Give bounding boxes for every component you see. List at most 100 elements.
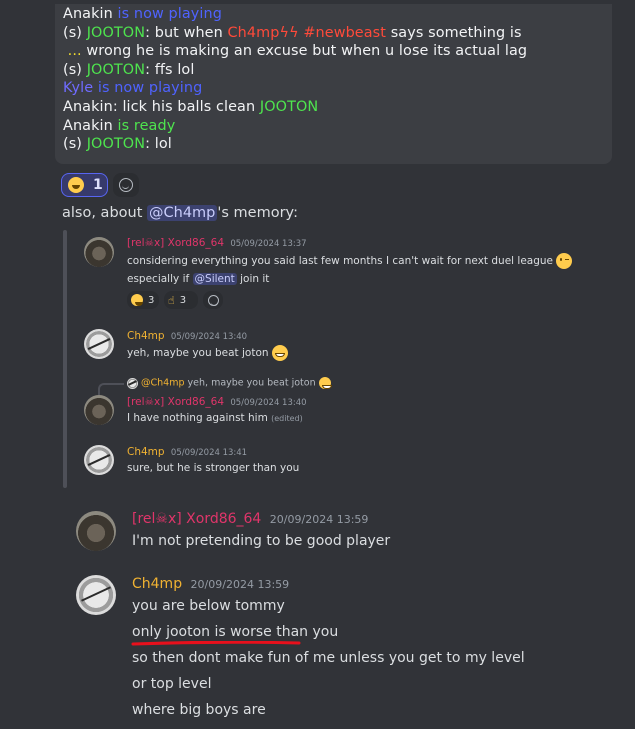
username[interactable]: Ch4mp — [127, 446, 165, 458]
reaction-count: 3 — [179, 294, 187, 306]
avatar[interactable] — [84, 395, 114, 425]
reaction-laugh[interactable]: 3 — [127, 291, 159, 309]
message-text: also, about @Ch4mp's memory: — [62, 205, 298, 221]
reply-preview[interactable]: @Ch4mp yeh, maybe you beat joton — [127, 377, 332, 389]
red-underline-annotation — [131, 641, 301, 646]
reply-username[interactable]: @Ch4mp — [141, 378, 184, 389]
message-text: only jooton is worse than you — [132, 624, 339, 640]
add-reaction-icon — [207, 294, 219, 306]
avatar[interactable] — [84, 445, 114, 475]
game-chat-line: Kyle is now playing — [63, 80, 202, 99]
timestamp: 05/09/2024 13:40 — [170, 332, 248, 342]
game-chat-segment: is now playing — [117, 6, 222, 22]
message-header: Ch4mp 20/09/2024 13:59 — [132, 576, 289, 592]
username[interactable]: Ch4mp — [132, 576, 182, 592]
message-header: Ch4mp 05/09/2024 13:40 — [127, 330, 247, 342]
text-suffix: 's memory: — [217, 205, 298, 221]
text-suffix: join it — [236, 273, 270, 285]
game-chat-segment: is now playing — [97, 80, 203, 97]
message-text: yeh, maybe you beat joton — [127, 345, 288, 361]
add-reaction-button[interactable] — [113, 173, 139, 197]
user-mention[interactable]: @Silent — [192, 273, 237, 285]
text-prefix: especially if — [127, 273, 193, 285]
timestamp: 05/09/2024 13:41 — [170, 448, 248, 458]
game-chat-segment: (s) — [63, 24, 87, 41]
game-chat-line: (s) JOOTON: ffs lol — [63, 62, 194, 81]
grin-emoji-icon — [271, 345, 288, 361]
message-text: especially if @Silent join it — [127, 273, 269, 285]
avatar[interactable] — [84, 329, 114, 359]
game-chat-segment: (s) — [63, 61, 87, 78]
username[interactable]: [rel☠x] Xord86_64 — [132, 511, 261, 527]
game-chat-segment: (s) — [63, 136, 87, 153]
game-chat-line: Anakin is ready — [63, 118, 175, 137]
game-chat-segment: Ch4mpϟϟ #newbeast — [227, 24, 387, 41]
message-header: [rel☠x] Xord86_64 05/09/2024 13:37 — [127, 237, 307, 249]
game-chat-segment: : lol — [145, 136, 172, 153]
reaction-laugh[interactable]: 1 — [61, 173, 108, 197]
message-text: where big boys are — [132, 702, 266, 718]
message-text: sure, but he is stronger than you — [127, 462, 299, 474]
message-line: sure, but he is stronger than you — [127, 462, 300, 474]
rofl-emoji-icon — [68, 177, 84, 193]
reaction-count: 3 — [148, 294, 155, 306]
game-chat-segment: wrong he is making an excuse but when u … — [86, 43, 528, 60]
game-chat-segment: Kyle — [63, 80, 98, 97]
message-header: Ch4mp 05/09/2024 13:41 — [127, 446, 247, 458]
timestamp: 20/09/2024 13:59 — [190, 578, 290, 591]
username[interactable]: [rel☠x] Xord86_64 — [127, 237, 224, 249]
game-chat-line: (s) JOOTON: lol — [63, 136, 172, 155]
game-chat-line: ... wrong he is making an excuse but whe… — [63, 43, 527, 62]
pointing-hand-emoji-icon: ☝ — [168, 293, 175, 307]
avatar[interactable] — [84, 237, 114, 267]
message-text: I have nothing against him (edited) — [127, 412, 303, 424]
message-text: you are below tommy — [132, 598, 285, 614]
message-line: I have nothing against him — [127, 412, 268, 424]
timestamp: 05/09/2024 13:40 — [230, 398, 307, 408]
avatar[interactable] — [76, 575, 116, 615]
avatar[interactable] — [76, 511, 116, 551]
game-chat-segment: JOOTON — [259, 99, 319, 115]
grin-emoji-icon — [318, 377, 332, 389]
game-chat-segment: Anakin — [63, 117, 118, 134]
username[interactable]: [rel☠x] Xord86_64 — [127, 396, 224, 408]
game-chat-line: Anakin: lick his balls clean JOOTON — [63, 99, 318, 118]
reply-avatar — [127, 377, 138, 389]
game-chat-segment: ... — [63, 43, 87, 60]
user-mention[interactable]: @Ch4mp — [147, 205, 218, 221]
message-text: so then dont make fun of me unless you g… — [132, 650, 525, 666]
game-chat-segment: says something is — [386, 24, 522, 41]
reply-text: yeh, maybe you beat joton — [187, 377, 316, 389]
timestamp: 20/09/2024 13:59 — [269, 513, 369, 526]
message-header: [rel☠x] Xord86_64 05/09/2024 13:40 — [127, 396, 307, 408]
username[interactable]: Ch4mp — [127, 330, 165, 342]
quote-bar — [63, 230, 67, 488]
game-chat-segment: JOOTON — [86, 61, 146, 78]
wink-emoji-icon — [556, 253, 573, 269]
timestamp: 05/09/2024 13:37 — [230, 239, 307, 249]
game-chat-line: (s) JOOTON: but when Ch4mpϟϟ #newbeast s… — [63, 25, 522, 44]
message-text: I'm not pretending to be good player — [132, 533, 391, 549]
message-line: yeh, maybe you beat joton — [127, 347, 269, 359]
message-line: considering everything you said last few… — [127, 255, 553, 267]
reaction-count: 1 — [93, 177, 103, 193]
message-header: [rel☠x] Xord86_64 20/09/2024 13:59 — [132, 511, 368, 527]
game-chat-segment: is ready — [117, 117, 176, 134]
game-chat-segment: Anakin: lick his balls clean — [63, 99, 260, 115]
edited-label: (edited) — [271, 414, 303, 423]
message-text: or top level — [132, 676, 212, 692]
game-chat-segment: : but when — [145, 24, 228, 41]
rofl-emoji-icon — [131, 294, 143, 306]
game-chat-segment: Anakin — [63, 6, 118, 22]
game-chat-segment: JOOTON — [86, 136, 146, 153]
game-chat-line: Anakin is now playing — [63, 6, 222, 25]
add-reaction-button[interactable] — [203, 291, 223, 309]
add-reaction-icon — [119, 178, 133, 192]
reaction-point[interactable]: ☝ 3 — [164, 291, 198, 309]
text-prefix: also, about — [62, 205, 148, 221]
message-text: considering everything you said last few… — [127, 253, 573, 269]
embedded-game-chat-image: Anakin is now playing (s) JOOTON: but whe… — [55, 4, 612, 164]
reply-spine — [98, 383, 124, 395]
game-chat-segment: : ffs lol — [145, 61, 195, 78]
game-chat-segment: JOOTON — [86, 24, 146, 41]
